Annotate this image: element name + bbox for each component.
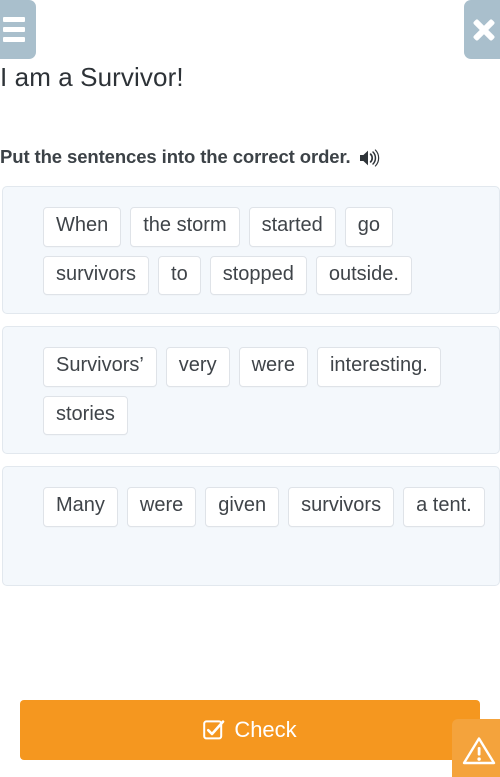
warning-triangle-icon bbox=[462, 737, 496, 765]
word-chip[interactable]: stories bbox=[43, 395, 128, 436]
sentence-card-2: Survivors’ very were interesting. storie… bbox=[2, 326, 500, 455]
hamburger-bar bbox=[3, 27, 25, 32]
word-chip[interactable]: very bbox=[165, 347, 230, 387]
instruction-text: Put the sentences into the correct order… bbox=[0, 146, 351, 167]
word-chip[interactable]: the storm bbox=[130, 207, 240, 247]
checked-box-icon bbox=[203, 720, 225, 740]
word-chip[interactable]: interesting. bbox=[316, 347, 441, 387]
word-chip[interactable]: were bbox=[238, 347, 308, 387]
hamburger-menu-button[interactable] bbox=[0, 0, 36, 59]
word-chip[interactable]: outside. bbox=[315, 255, 412, 296]
instruction: Put the sentences into the correct order… bbox=[0, 146, 492, 168]
word-chip[interactable]: Survivors’ bbox=[43, 347, 157, 387]
hamburger-menu-icon bbox=[0, 17, 25, 42]
hamburger-bar bbox=[3, 17, 25, 22]
page-title: I am a Survivor! bbox=[0, 62, 184, 92]
word-chip[interactable]: go bbox=[344, 207, 394, 247]
word-chip[interactable]: started bbox=[248, 207, 336, 247]
word-chip[interactable]: were bbox=[126, 487, 197, 527]
word-chip[interactable]: given bbox=[205, 487, 280, 527]
word-chip[interactable]: survivors bbox=[43, 255, 150, 296]
speaker-icon[interactable] bbox=[358, 148, 380, 168]
sentence-card-3: Many were given survivors a tent. bbox=[2, 466, 500, 587]
sentence-card-1: When the storm started go survivors to s… bbox=[2, 186, 500, 315]
word-chip[interactable]: to bbox=[158, 255, 201, 296]
word-chip[interactable]: When bbox=[43, 207, 122, 247]
word-chip[interactable]: Many bbox=[43, 487, 118, 527]
top-bar bbox=[0, 0, 500, 60]
word-chip-row: Many were given survivors a tent. bbox=[13, 487, 489, 527]
word-chip[interactable]: survivors bbox=[288, 487, 395, 527]
word-chip[interactable]: a tent. bbox=[403, 487, 485, 527]
sentence-cards-container: When the storm started go survivors to s… bbox=[2, 186, 500, 587]
report-problem-button[interactable] bbox=[452, 719, 500, 777]
hamburger-bar bbox=[3, 37, 25, 42]
word-chip-row: Survivors’ very were interesting. storie… bbox=[13, 347, 489, 436]
close-x-icon bbox=[472, 18, 496, 42]
close-button[interactable] bbox=[464, 0, 500, 59]
word-chip[interactable]: stopped bbox=[209, 255, 307, 296]
check-button-label: Check bbox=[234, 717, 297, 742]
check-button[interactable]: Check bbox=[20, 700, 480, 760]
word-chip-row: When the storm started go survivors to s… bbox=[13, 207, 489, 296]
